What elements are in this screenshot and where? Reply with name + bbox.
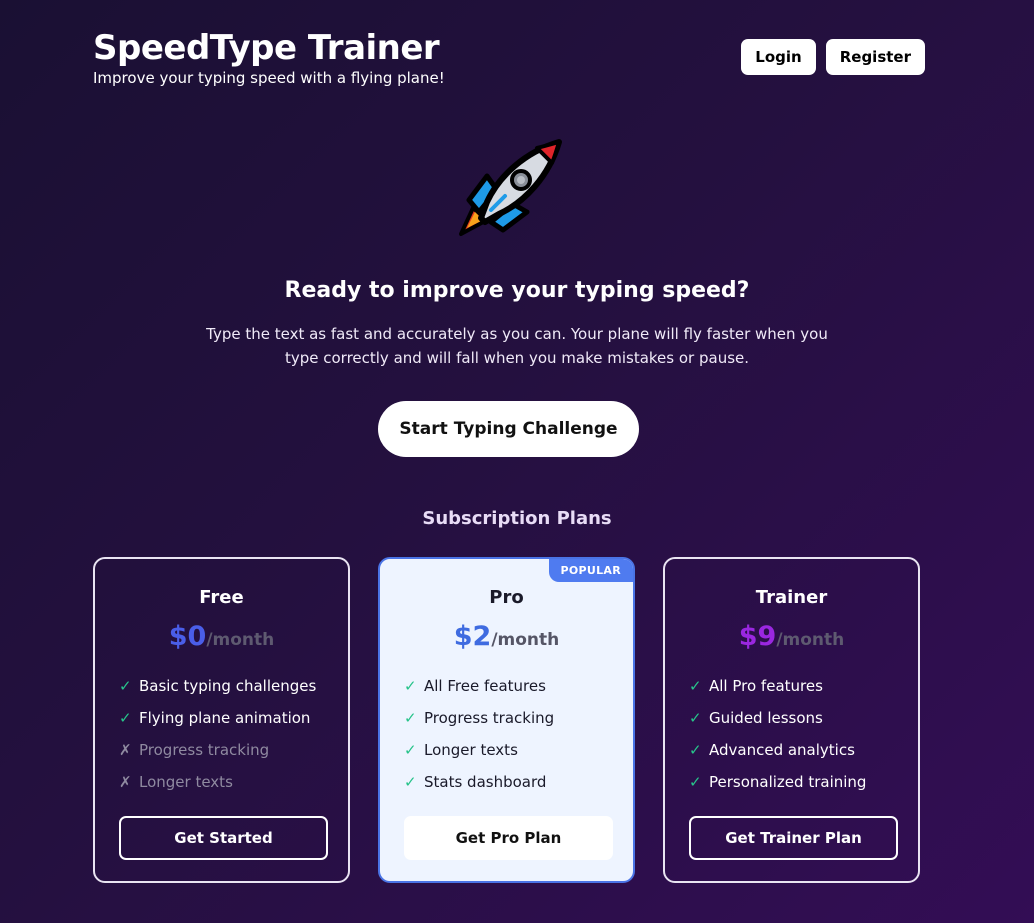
feature-item: ✓ Advanced analytics — [689, 737, 866, 769]
cross-icon: ✗ — [119, 773, 132, 791]
feature-list: ✓ All Pro features ✓ Guided lessons ✓ Advan… — [689, 673, 866, 801]
feature-text: All Pro features — [709, 677, 823, 695]
price-period: /month — [491, 630, 560, 650]
rocket-icon — [451, 138, 565, 250]
feature-text: Longer texts — [139, 773, 233, 791]
hero-title: Ready to improve your typing speed? — [284, 278, 750, 303]
cross-icon: ✗ — [119, 741, 132, 759]
price-amount: $2 — [453, 621, 492, 652]
header: SpeedType Trainer Improve your typing sp… — [93, 28, 925, 88]
feature-text: Personalized training — [709, 773, 867, 791]
plan-card-free: Free $0/month ✓ Basic typing challenges ✓… — [93, 557, 350, 883]
feature-list: ✓ Basic typing challenges ✓ Flying plane a… — [119, 673, 316, 801]
feature-item: ✗ Longer texts — [119, 769, 316, 801]
feature-text: Stats dashboard — [424, 773, 547, 791]
feature-item: ✓ Personalized training — [689, 769, 866, 801]
check-icon: ✓ — [689, 677, 702, 695]
check-icon: ✓ — [404, 741, 417, 759]
feature-item: ✓ Stats dashboard — [404, 769, 554, 801]
register-button[interactable]: Register — [825, 39, 925, 75]
check-icon: ✓ — [689, 741, 702, 759]
plan-name: Trainer — [755, 587, 828, 608]
feature-list: ✓ All Free features ✓ Progress tracking ✓ L… — [404, 673, 554, 801]
login-button[interactable]: Login — [741, 39, 816, 75]
feature-item: ✗ Progress tracking — [119, 737, 316, 769]
check-icon: ✓ — [689, 773, 702, 791]
feature-text: Longer texts — [424, 741, 518, 759]
subscription-plans-title: Subscription Plans — [422, 508, 612, 529]
hero-description: Type the text as fast and accurately as … — [206, 325, 828, 367]
feature-text: Advanced analytics — [709, 741, 855, 759]
feature-text: Progress tracking — [424, 709, 555, 727]
feature-text: Basic typing challenges — [139, 677, 317, 695]
get-trainer-plan-button[interactable]: Get Trainer Plan — [689, 816, 898, 860]
feature-item: ✓ All Pro features — [689, 673, 866, 705]
get-started-button[interactable]: Get Started — [119, 816, 328, 860]
feature-item: ✓ Basic typing challenges — [119, 673, 316, 705]
popular-badge: POPULAR — [548, 559, 633, 582]
feature-item: ✓ Flying plane animation — [119, 705, 316, 737]
check-icon: ✓ — [689, 709, 702, 727]
auth-buttons: Login Register — [741, 39, 925, 75]
feature-item: ✓ Guided lessons — [689, 705, 866, 737]
plan-name: Pro — [489, 587, 524, 608]
feature-item: ✓ Progress tracking — [404, 705, 554, 737]
feature-text: Guided lessons — [709, 709, 823, 727]
app-title: SpeedType Trainer — [93, 28, 440, 68]
feature-text: Flying plane animation — [139, 709, 311, 727]
get-pro-plan-button[interactable]: Get Pro Plan — [404, 816, 613, 860]
check-icon: ✓ — [404, 709, 417, 727]
feature-item: ✓ Longer texts — [404, 737, 554, 769]
price-amount: $0 — [168, 621, 207, 652]
check-icon: ✓ — [119, 709, 132, 727]
feature-text: Progress tracking — [139, 741, 270, 759]
app-subtitle: Improve your typing speed with a flying … — [93, 69, 445, 87]
check-icon: ✓ — [119, 677, 132, 695]
feature-text: All Free features — [424, 677, 546, 695]
plan-price: $0/month — [95, 621, 348, 652]
plan-price: $2/month — [380, 621, 633, 652]
price-period: /month — [776, 630, 845, 650]
price-amount: $9 — [738, 621, 777, 652]
check-icon: ✓ — [404, 773, 417, 791]
price-period: /month — [206, 630, 275, 650]
plan-price: $9/month — [665, 621, 918, 652]
plan-card-trainer: Trainer $9/month ✓ All Pro features ✓ Guid… — [663, 557, 920, 883]
plan-card-pro: POPULAR Pro $2/month ✓ All Free features … — [378, 557, 635, 883]
start-typing-challenge-button[interactable]: Start Typing Challenge — [378, 401, 639, 457]
feature-item: ✓ All Free features — [404, 673, 554, 705]
check-icon: ✓ — [404, 677, 417, 695]
plan-name: Free — [199, 587, 244, 608]
